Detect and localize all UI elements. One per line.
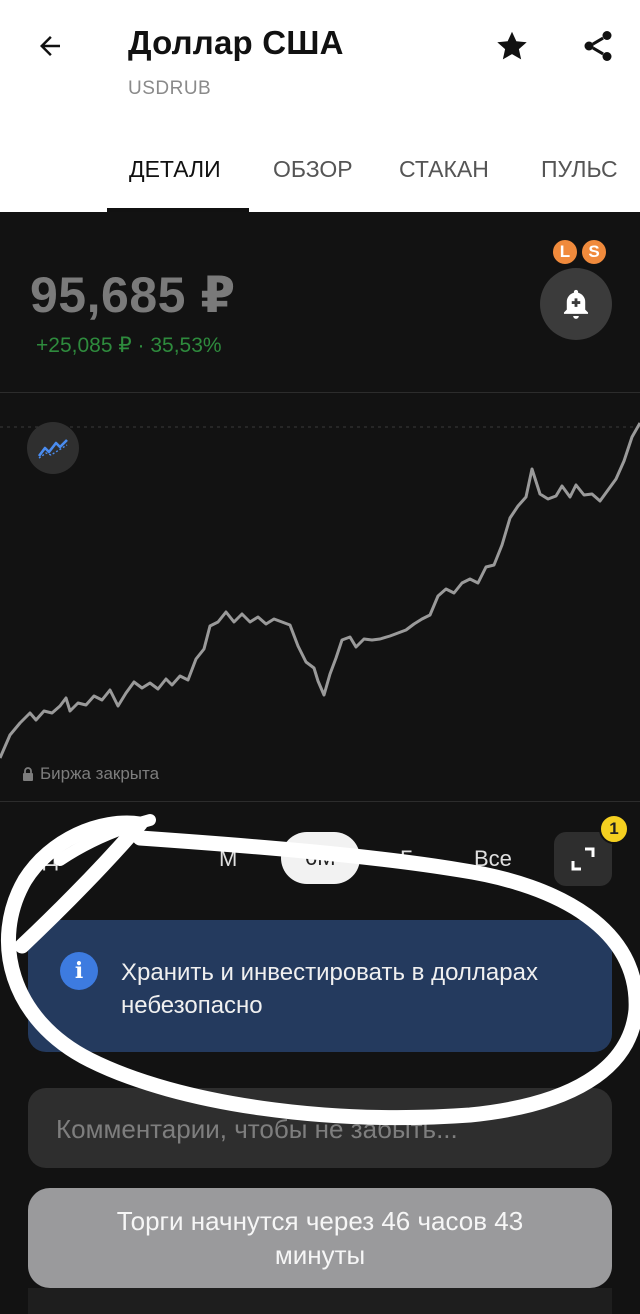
favorite-button[interactable] (490, 24, 534, 68)
share-icon (584, 31, 612, 61)
badge-s: S (580, 238, 608, 266)
bottom-panel (28, 1288, 612, 1314)
ticker-label: USDRUB (128, 78, 212, 99)
info-banner[interactable]: i Хранить и инвестировать в долларах неб… (28, 920, 612, 1052)
arrow-left-icon (40, 36, 60, 56)
period-selector: Д М 6М Г Все (0, 820, 640, 900)
period-all[interactable]: Все (474, 846, 512, 872)
period-month[interactable]: М (219, 846, 237, 872)
comment-placeholder: Комментарии, чтобы не забыть... (56, 1114, 458, 1144)
bell-plus-icon (563, 289, 589, 319)
tab-overview[interactable]: ОБЗОР (273, 156, 353, 183)
market-status-label: Биржа закрыта (40, 764, 160, 783)
active-tab-indicator (107, 208, 249, 212)
period-6-months[interactable]: 6М (281, 832, 360, 884)
price-value: 95,685 ₽ (30, 267, 236, 323)
divider (0, 801, 640, 802)
trade-status-label: Торги начнутся через 46 часов 43 минуты (116, 1206, 524, 1270)
comment-input[interactable]: Комментарии, чтобы не забыть... (28, 1088, 612, 1168)
price-chart[interactable] (0, 393, 640, 801)
price-line (0, 422, 640, 759)
page-title: Доллар США (128, 24, 344, 61)
info-banner-text: Хранить и инвестировать в долларах небез… (121, 959, 538, 1019)
info-icon: i (60, 952, 98, 990)
tab-details[interactable]: ДЕТАЛИ (129, 156, 221, 183)
tab-orderbook[interactable]: СТАКАН (399, 156, 489, 183)
trade-status-button[interactable]: Торги начнутся через 46 часов 43 минуты (28, 1188, 612, 1288)
tab-bar: ДЕТАЛИ ОБЗОР СТАКАН ПУЛЬС (0, 140, 640, 212)
line-chart-icon (37, 439, 68, 459)
period-year[interactable]: Г (400, 846, 412, 872)
badge-l: L (551, 238, 579, 266)
price-change: +25,085 ₽ · 35,53% (36, 334, 222, 357)
back-button[interactable] (28, 24, 72, 68)
expand-icon (571, 847, 595, 871)
price-alert-button[interactable] (540, 268, 612, 340)
notification-badge: 1 (599, 814, 629, 844)
star-icon (497, 31, 527, 60)
chart-type-button[interactable] (27, 422, 79, 474)
lock-icon (23, 767, 33, 781)
share-button[interactable] (574, 22, 622, 70)
app-header: Доллар США USDRUB ДЕТАЛИ ОБЗОР СТАКАН ПУ… (0, 0, 640, 212)
tab-pulse[interactable]: ПУЛЬС (541, 156, 618, 183)
period-day[interactable]: Д (43, 846, 58, 872)
market-status: Биржа закрыта (22, 764, 159, 784)
